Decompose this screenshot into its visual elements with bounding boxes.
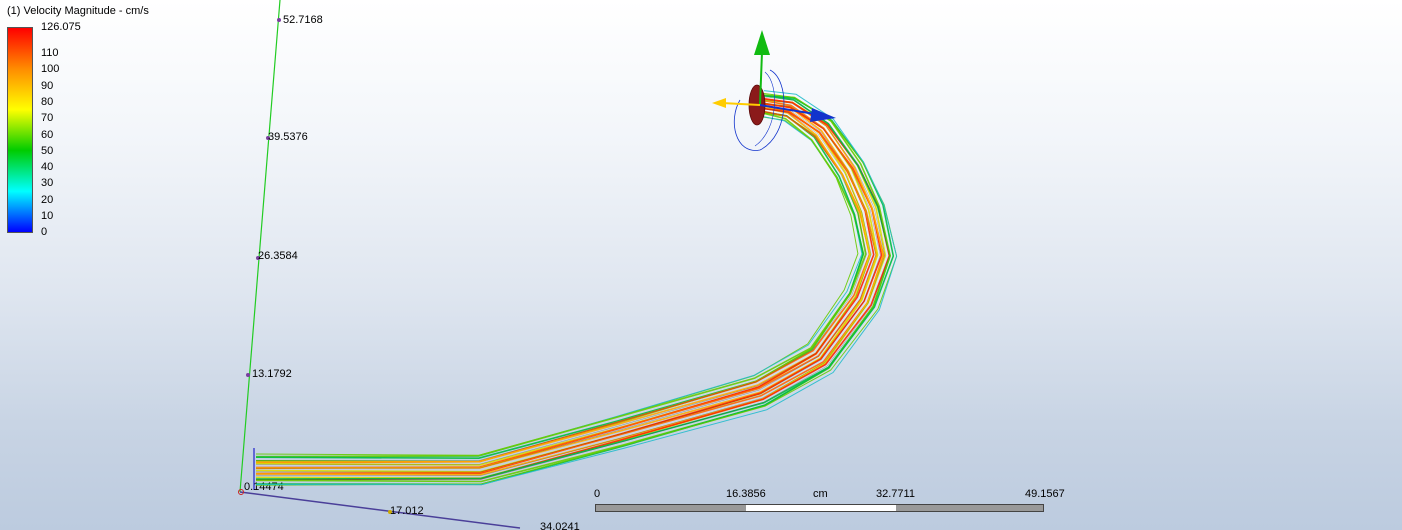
scale-segment: [896, 505, 1043, 511]
scale-label-1: 16.3856: [726, 488, 766, 500]
scale-label-3: 49.1567: [1025, 488, 1065, 500]
vertical-axis: [239, 0, 281, 493]
streamline: [255, 106, 871, 463]
scale-unit-label: cm: [813, 488, 828, 500]
cfd-viewport[interactable]: (1) Velocity Magnitude - cm/s 126.075 11…: [0, 0, 1402, 530]
streamline: [255, 94, 891, 483]
streamline: [255, 111, 865, 458]
v-tick-label: 39.5376: [268, 131, 308, 143]
streamline: [255, 98, 884, 476]
streamline: [255, 102, 878, 469]
scale-label-0: 0: [594, 488, 601, 500]
v-tick-label: 13.1792: [252, 368, 292, 380]
horizontal-axis: [239, 491, 521, 529]
streamline: [256, 90, 898, 486]
v-tick-label: 0.14474: [244, 481, 284, 493]
streamline-accent: [255, 110, 867, 461]
scale-label-2: 32.7711: [876, 488, 915, 500]
vertical-axis-ticks: 52.7168 39.5376 26.3584 13.1792 0.14474: [244, 14, 323, 493]
scale-bar: [595, 504, 1044, 512]
streamline: [255, 104, 878, 470]
streamline: [255, 115, 863, 458]
streamline: [255, 107, 875, 469]
streamline: [255, 110, 871, 464]
streamline-bundle: [255, 90, 898, 486]
streamline-accent: [256, 105, 876, 469]
streamline: [255, 95, 895, 486]
scale-segment: [746, 505, 896, 511]
v-tick-label: 52.7168: [283, 14, 323, 26]
flow-scene[interactable]: 52.7168 39.5376 26.3584 13.1792 0.14474 …: [0, 0, 1402, 530]
streamline: [255, 94, 891, 480]
streamline: [255, 106, 871, 466]
v-tick-label: 26.3584: [258, 250, 298, 262]
streamline: [255, 92, 898, 486]
horizontal-axis-ticks: 17.012 34.0241: [388, 505, 580, 530]
streamline-accent: [255, 108, 872, 465]
streamline-accent: [256, 102, 881, 473]
arrow-left-icon[interactable]: [712, 98, 726, 108]
streamline: [255, 99, 887, 479]
h-tick-label: 34.0241: [540, 521, 580, 530]
streamline: [255, 99, 885, 475]
streamline: [255, 111, 867, 463]
scale-segment: [596, 505, 746, 511]
arrow-up-icon[interactable]: [754, 30, 770, 55]
streamline: [255, 97, 891, 481]
h-tick-label: 17.012: [390, 505, 424, 517]
v-tick-dot: [277, 18, 281, 22]
v-tick-dot: [246, 373, 250, 377]
streamline: [255, 102, 883, 475]
streamline-accent: [255, 99, 886, 477]
streamline: [255, 103, 879, 473]
streamline-accent: [255, 96, 890, 480]
